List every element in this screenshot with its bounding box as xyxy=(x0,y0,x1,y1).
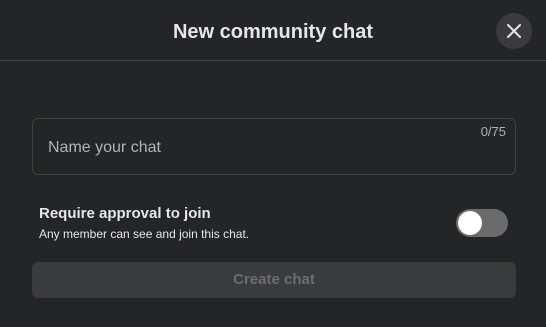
new-community-chat-dialog: New community chat 0/75 Require approval… xyxy=(0,0,546,327)
chat-name-input[interactable] xyxy=(48,137,448,159)
chat-name-field: 0/75 xyxy=(32,118,516,175)
create-chat-button[interactable]: Create chat xyxy=(32,262,516,298)
approval-description: Any member can see and join this chat. xyxy=(39,227,250,241)
dialog-header: New community chat xyxy=(0,0,546,61)
dialog-title: New community chat xyxy=(172,21,374,43)
close-button[interactable] xyxy=(496,13,532,49)
close-icon xyxy=(506,23,522,39)
char-count: 0/75 xyxy=(480,124,506,139)
toggle-knob xyxy=(458,211,482,235)
approval-title: Require approval to join xyxy=(39,205,211,222)
require-approval-toggle[interactable] xyxy=(456,209,508,237)
